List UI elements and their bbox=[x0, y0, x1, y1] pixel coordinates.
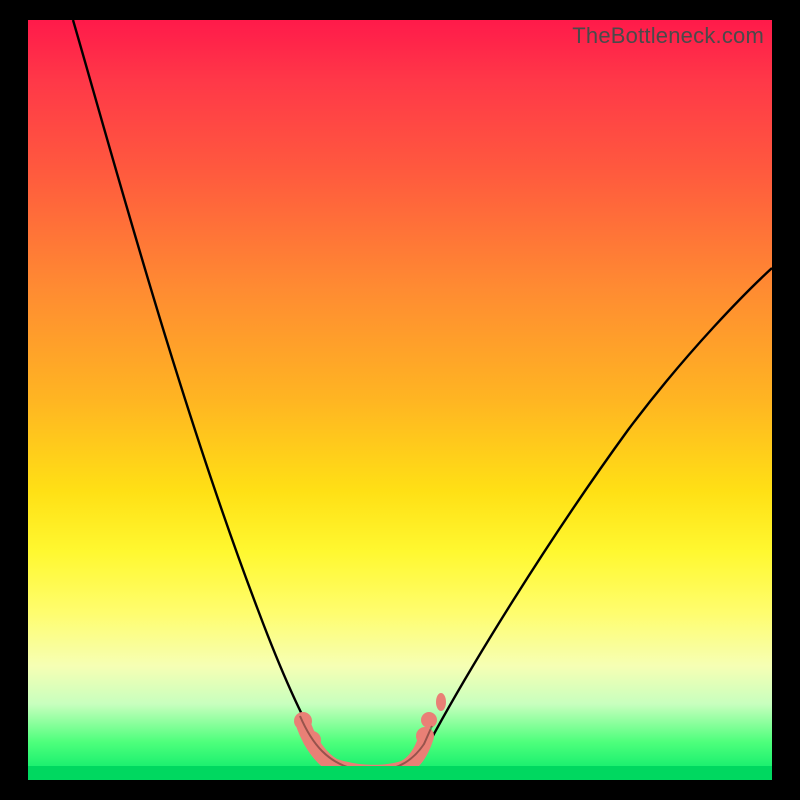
chart-frame: TheBottleneck.com bbox=[0, 0, 800, 800]
baseline-band bbox=[28, 766, 772, 780]
bottleneck-curve bbox=[73, 20, 772, 771]
marker-dot bbox=[421, 712, 437, 728]
curve-overlay bbox=[28, 20, 772, 780]
marker-dot bbox=[436, 693, 446, 711]
plot-area: TheBottleneck.com bbox=[28, 20, 772, 780]
